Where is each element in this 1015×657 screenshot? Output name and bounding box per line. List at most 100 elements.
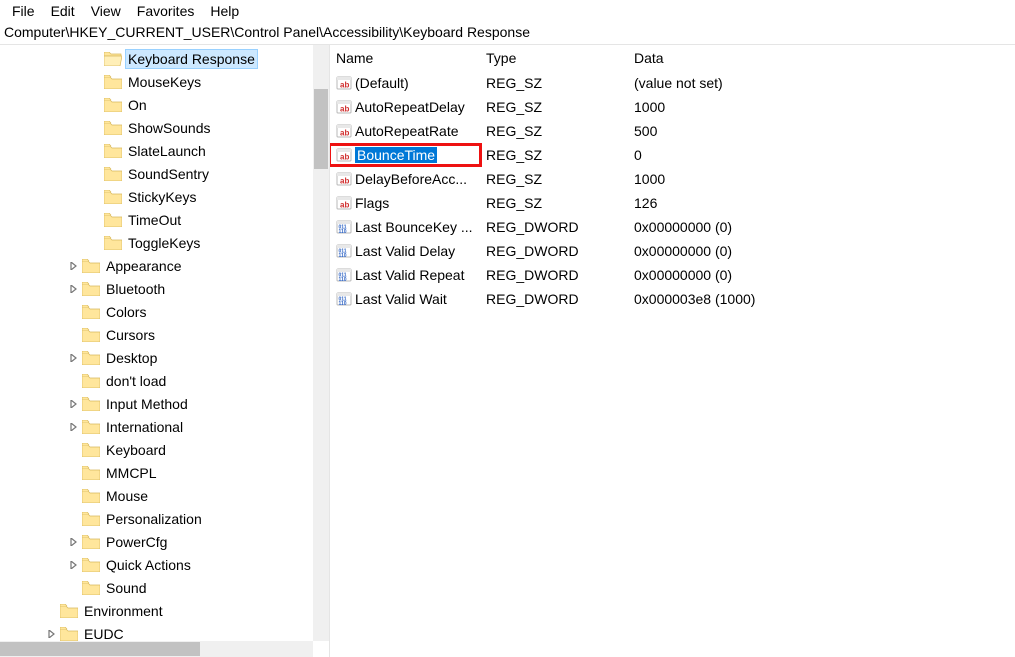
folder-icon xyxy=(82,558,100,572)
menu-help[interactable]: Help xyxy=(202,1,247,21)
folder-icon xyxy=(82,259,100,273)
expand-chevron-icon[interactable] xyxy=(44,626,60,642)
column-header-data[interactable]: Data xyxy=(628,46,1015,70)
tree-item[interactable]: MouseKeys xyxy=(0,70,313,93)
menu-file[interactable]: File xyxy=(4,1,43,21)
value-row[interactable]: AutoRepeatDelayREG_SZ1000 xyxy=(330,95,1015,119)
tree-item[interactable]: ToggleKeys xyxy=(0,231,313,254)
menu-view[interactable]: View xyxy=(83,1,129,21)
expand-chevron-icon[interactable] xyxy=(66,419,82,435)
value-name: Flags xyxy=(355,195,389,211)
tree-item-label: Personalization xyxy=(104,510,204,528)
main-split: Keyboard Response MouseKeysOnShowSounds Sl… xyxy=(0,44,1015,657)
menu-favorites[interactable]: Favorites xyxy=(129,1,203,21)
value-row[interactable]: FlagsREG_SZ126 xyxy=(330,191,1015,215)
folder-icon xyxy=(104,121,122,135)
tree-item[interactable]: Appearance xyxy=(0,254,313,277)
menu-bar: File Edit View Favorites Help xyxy=(0,0,1015,22)
value-data: 500 xyxy=(628,121,1015,141)
tree-horizontal-scrollbar[interactable] xyxy=(0,641,313,657)
tree-item-label: Appearance xyxy=(104,257,184,275)
value-name: Last Valid Repeat xyxy=(355,267,464,283)
tree-item[interactable]: Input Method xyxy=(0,392,313,415)
folder-icon xyxy=(60,604,78,618)
value-row[interactable]: AutoRepeatRateREG_SZ500 xyxy=(330,119,1015,143)
tree-item-label: Colors xyxy=(104,303,148,321)
string-value-icon xyxy=(336,171,352,187)
expand-chevron-icon[interactable] xyxy=(66,557,82,573)
folder-icon xyxy=(82,397,100,411)
value-row[interactable]: Last BounceKey ...REG_DWORD0x00000000 (0… xyxy=(330,215,1015,239)
folder-icon xyxy=(82,305,100,319)
expand-chevron-icon[interactable] xyxy=(66,258,82,274)
tree-item-label: Desktop xyxy=(104,349,159,367)
value-name: Last Valid Delay xyxy=(355,243,455,259)
value-row[interactable]: Last Valid DelayREG_DWORD0x00000000 (0) xyxy=(330,239,1015,263)
expand-chevron-icon xyxy=(66,327,82,343)
tree-item[interactable]: MMCPL xyxy=(0,461,313,484)
tree-item[interactable]: Quick Actions xyxy=(0,553,313,576)
value-type: REG_DWORD xyxy=(480,217,628,237)
tree-item-label: TimeOut xyxy=(126,211,183,229)
value-row[interactable]: (Default)REG_SZ(value not set) xyxy=(330,71,1015,95)
value-type: REG_SZ xyxy=(480,121,628,141)
expand-chevron-icon xyxy=(66,304,82,320)
string-value-icon xyxy=(336,123,352,139)
tree-item[interactable]: Sound xyxy=(0,576,313,599)
tree-item[interactable]: SlateLaunch xyxy=(0,139,313,162)
tree-item[interactable]: Keyboard xyxy=(0,438,313,461)
expand-chevron-icon xyxy=(44,603,60,619)
tree-item-label: SoundSentry xyxy=(126,165,211,183)
value-row[interactable]: Last Valid RepeatREG_DWORD0x00000000 (0) xyxy=(330,263,1015,287)
expand-chevron-icon[interactable] xyxy=(66,281,82,297)
tree-item-label: Quick Actions xyxy=(104,556,193,574)
expand-chevron-icon xyxy=(88,51,104,67)
column-header-type[interactable]: Type xyxy=(480,46,628,70)
tree-item[interactable]: Personalization xyxy=(0,507,313,530)
value-row[interactable]: BounceTimeREG_SZ0 xyxy=(330,143,1015,167)
tree-item-label: Environment xyxy=(82,602,165,620)
column-header-name[interactable]: Name xyxy=(330,46,480,70)
tree-item-label: SlateLaunch xyxy=(126,142,208,160)
value-row[interactable]: DelayBeforeAcc...REG_SZ1000 xyxy=(330,167,1015,191)
tree-item[interactable]: don't load xyxy=(0,369,313,392)
tree-vertical-scrollbar[interactable] xyxy=(313,45,329,641)
tree-item[interactable]: SoundSentry xyxy=(0,162,313,185)
tree-item[interactable]: Keyboard Response xyxy=(0,47,313,70)
tree-item[interactable]: PowerCfg xyxy=(0,530,313,553)
expand-chevron-icon[interactable] xyxy=(66,396,82,412)
tree-item[interactable]: International xyxy=(0,415,313,438)
value-data: 0x00000000 (0) xyxy=(628,217,1015,237)
tree-item-label: ToggleKeys xyxy=(126,234,202,252)
tree-item[interactable]: ShowSounds xyxy=(0,116,313,139)
tree-item-label: PowerCfg xyxy=(104,533,169,551)
tree-item[interactable]: Environment xyxy=(0,599,313,622)
tree-item[interactable]: Colors xyxy=(0,300,313,323)
tree-item[interactable]: Desktop xyxy=(0,346,313,369)
tree-item[interactable]: Cursors xyxy=(0,323,313,346)
expand-chevron-icon[interactable] xyxy=(66,534,82,550)
tree-item[interactable]: TimeOut xyxy=(0,208,313,231)
folder-icon xyxy=(104,236,122,250)
folder-icon xyxy=(82,420,100,434)
expand-chevron-icon xyxy=(88,143,104,159)
tree-item[interactable]: EUDC xyxy=(0,622,313,641)
string-value-icon xyxy=(336,75,352,91)
address-bar[interactable]: Computer\HKEY_CURRENT_USER\Control Panel… xyxy=(0,22,1015,44)
value-data: 1000 xyxy=(628,97,1015,117)
tree-item[interactable]: Mouse xyxy=(0,484,313,507)
value-row[interactable]: Last Valid WaitREG_DWORD0x000003e8 (1000… xyxy=(330,287,1015,311)
tree-item[interactable]: On xyxy=(0,93,313,116)
tree-item-label: Keyboard Response xyxy=(126,50,257,68)
menu-edit[interactable]: Edit xyxy=(43,1,83,21)
folder-icon xyxy=(82,282,100,296)
tree-item-label: Input Method xyxy=(104,395,190,413)
tree-item[interactable]: Bluetooth xyxy=(0,277,313,300)
expand-chevron-icon xyxy=(88,120,104,136)
tree-item[interactable]: StickyKeys xyxy=(0,185,313,208)
folder-icon xyxy=(104,75,122,89)
tree-item-label: Mouse xyxy=(104,487,150,505)
expand-chevron-icon xyxy=(66,488,82,504)
folder-icon xyxy=(82,351,100,365)
expand-chevron-icon[interactable] xyxy=(66,350,82,366)
